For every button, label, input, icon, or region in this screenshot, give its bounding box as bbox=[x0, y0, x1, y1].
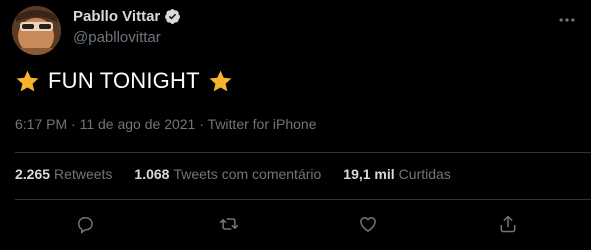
avatar[interactable] bbox=[12, 6, 61, 55]
reply-icon bbox=[77, 217, 93, 234]
likes-label: Curtidas bbox=[398, 166, 451, 182]
reply-button[interactable] bbox=[71, 210, 99, 238]
retweet-button[interactable] bbox=[215, 210, 243, 238]
tweet-text: FUN TONIGHT bbox=[15, 68, 233, 94]
retweets-label: Retweets bbox=[54, 166, 113, 182]
tweet-card: Pabllo Vittar @pabllovittar FUN TONIGHT … bbox=[0, 0, 591, 250]
verified-badge-icon bbox=[165, 9, 181, 24]
likes-stat[interactable]: 19,1 mil Curtidas bbox=[343, 166, 451, 182]
tweet-text-body: FUN TONIGHT bbox=[48, 68, 200, 93]
action-bar bbox=[0, 210, 591, 238]
divider bbox=[15, 199, 591, 200]
share-icon bbox=[500, 215, 516, 233]
tweet-meta: 6:17 PM · 11 de ago de 2021 · Twitter fo… bbox=[15, 116, 316, 132]
quotes-count: 1.068 bbox=[134, 166, 170, 182]
meta-separator: · bbox=[71, 116, 76, 132]
quotes-label: Tweets com comentário bbox=[173, 166, 322, 182]
retweet-icon bbox=[219, 218, 239, 230]
retweets-count: 2.265 bbox=[15, 166, 51, 182]
share-button[interactable] bbox=[494, 210, 522, 238]
like-button[interactable] bbox=[354, 210, 382, 238]
retweets-stat[interactable]: 2.265 Retweets bbox=[15, 166, 112, 182]
quotes-stat[interactable]: 1.068 Tweets com comentário bbox=[134, 166, 321, 182]
tweet-stats: 2.265 Retweets 1.068 Tweets com comentár… bbox=[15, 166, 451, 182]
meta-separator: · bbox=[199, 116, 204, 132]
star-emoji-icon bbox=[209, 70, 232, 91]
tweet-source[interactable]: Twitter for iPhone bbox=[208, 116, 317, 132]
star-emoji-icon bbox=[16, 70, 39, 91]
like-icon bbox=[360, 216, 376, 232]
divider bbox=[15, 152, 591, 153]
author-handle[interactable]: @pabllovittar bbox=[73, 29, 161, 46]
more-options-icon[interactable] bbox=[557, 10, 577, 30]
author-name-row[interactable]: Pabllo Vittar bbox=[73, 8, 181, 25]
likes-count: 19,1 mil bbox=[343, 166, 395, 182]
tweet-date[interactable]: 11 de ago de 2021 bbox=[80, 116, 196, 132]
tweet-time[interactable]: 6:17 PM bbox=[15, 116, 67, 132]
avatar-image bbox=[12, 6, 61, 55]
display-name[interactable]: Pabllo Vittar bbox=[73, 8, 160, 25]
